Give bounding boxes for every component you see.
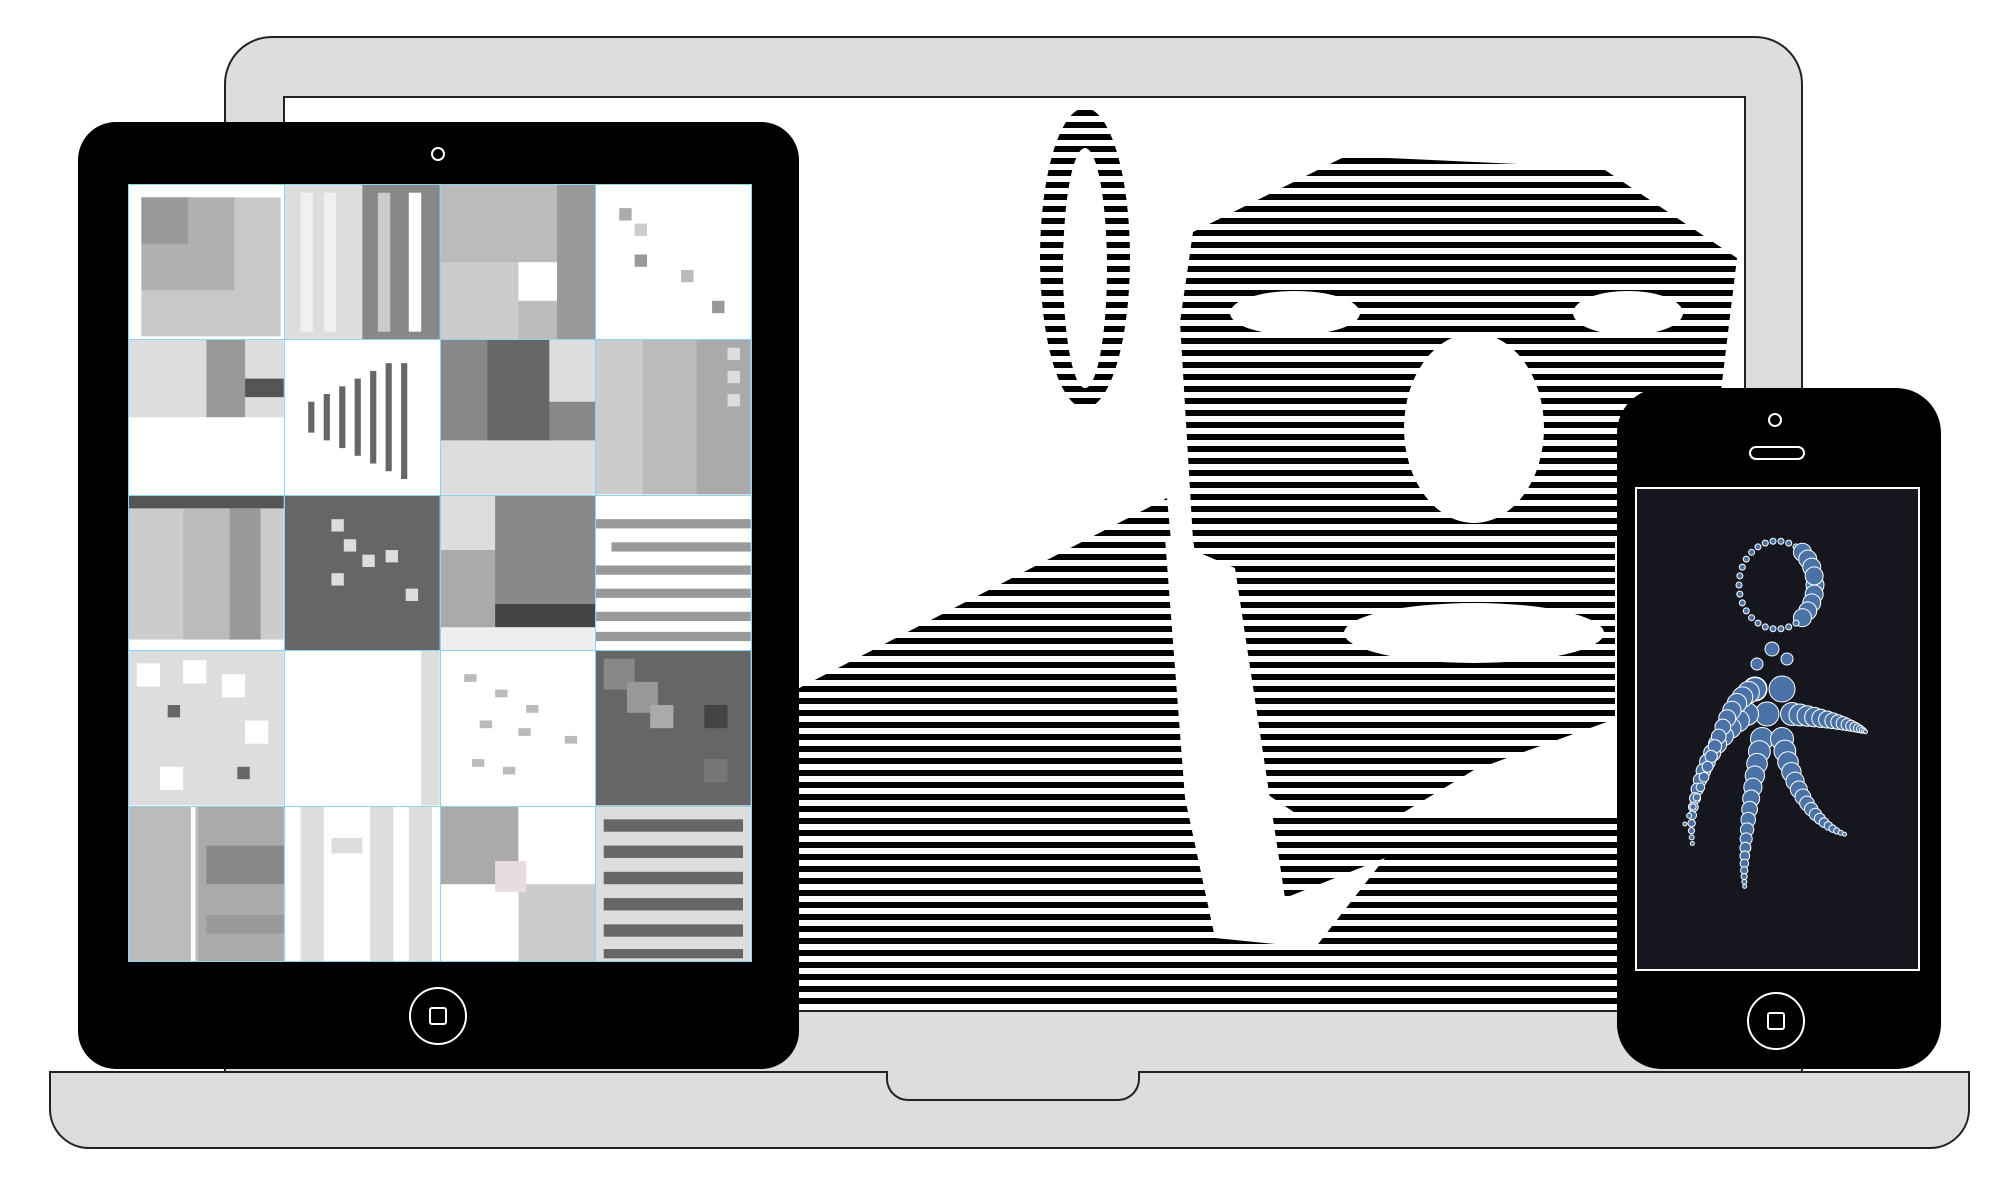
octopus-circle: [1742, 555, 1750, 563]
tile: [596, 651, 751, 806]
octopus-circle: [1748, 614, 1756, 622]
octopus-circle: [1701, 760, 1714, 773]
tile: [596, 185, 751, 340]
octopus-circle: [1738, 599, 1746, 607]
octopus-circle: [1769, 625, 1777, 633]
octopus-circle: [1742, 883, 1748, 889]
octopus-circle: [1736, 590, 1744, 598]
laptop-lid-notch: [886, 1071, 1140, 1101]
octopus-circle: [1704, 749, 1718, 764]
octopus-circle: [1842, 831, 1848, 837]
mouth: [1344, 603, 1604, 663]
octopus-circle: [1750, 657, 1764, 671]
octopus-circle: [1754, 543, 1762, 551]
tile: [129, 806, 284, 961]
octopus-circle: [1736, 572, 1744, 580]
octopus-circle: [1862, 729, 1868, 735]
octopus-circle: [1754, 619, 1762, 627]
right-eye: [1573, 291, 1683, 335]
octopus-circle: [1692, 793, 1701, 802]
octopus-circle: [1741, 878, 1748, 885]
tile: [284, 651, 440, 806]
tile: [440, 651, 596, 806]
octopus-circle: [1785, 539, 1793, 547]
camera-icon: [431, 147, 445, 161]
octopus-circle: [1689, 840, 1695, 846]
octopus-circle: [1686, 812, 1693, 819]
octopus-circle: [1768, 675, 1796, 703]
tile: [596, 340, 751, 495]
octopus-circle: [1738, 563, 1746, 571]
home-square: [429, 1007, 447, 1025]
tile: [596, 495, 751, 651]
octopus-circle: [1761, 539, 1769, 547]
octopus-circle: [1769, 537, 1777, 545]
tile: [440, 806, 596, 961]
tile: [596, 806, 751, 961]
octopus-circle: [1687, 819, 1696, 828]
tile: [284, 340, 440, 495]
octopus-circle: [1804, 566, 1824, 586]
tile: [440, 495, 596, 651]
camera-icon: [1768, 413, 1782, 427]
octopus-circle: [1748, 548, 1756, 556]
octopus-circle: [1761, 623, 1769, 631]
tile: [129, 340, 284, 495]
octopus-circle: [1742, 607, 1750, 615]
tile: [284, 806, 440, 961]
octopus-circle: [1698, 771, 1710, 783]
home-square: [1767, 1012, 1785, 1030]
nose: [1404, 333, 1544, 523]
octopus-circle: [1689, 803, 1697, 811]
tile: [129, 651, 284, 806]
tablet-screen: [128, 184, 752, 962]
tile: [284, 495, 440, 651]
octopus-circle: [1792, 619, 1800, 627]
octopus-art: [1682, 537, 1868, 889]
octopus-circle: [1780, 652, 1794, 666]
octopus-circle: [1695, 782, 1706, 793]
home-button-icon[interactable]: [1747, 992, 1805, 1050]
tile: [284, 185, 440, 340]
octopus-circle: [1688, 834, 1695, 841]
octopus-circle: [1777, 625, 1785, 633]
tile: [440, 185, 596, 340]
octopus-circle: [1687, 827, 1696, 835]
tile: [129, 185, 284, 340]
tile: [440, 340, 596, 495]
speaker-icon: [1749, 446, 1805, 460]
octopus-circle: [1777, 537, 1785, 545]
ear-inner: [1063, 148, 1107, 388]
tile: [129, 495, 284, 651]
forehead-gap: [1185, 138, 1365, 152]
octopus-circle: [1740, 872, 1748, 881]
phone-screen: [1635, 487, 1920, 971]
octopus-circle: [1682, 821, 1688, 827]
octopus-circle: [1785, 623, 1793, 631]
octopus-circle: [1764, 641, 1780, 657]
left-eye: [1230, 291, 1360, 335]
home-button-icon[interactable]: [409, 987, 467, 1045]
octopus-circle: [1735, 581, 1743, 589]
